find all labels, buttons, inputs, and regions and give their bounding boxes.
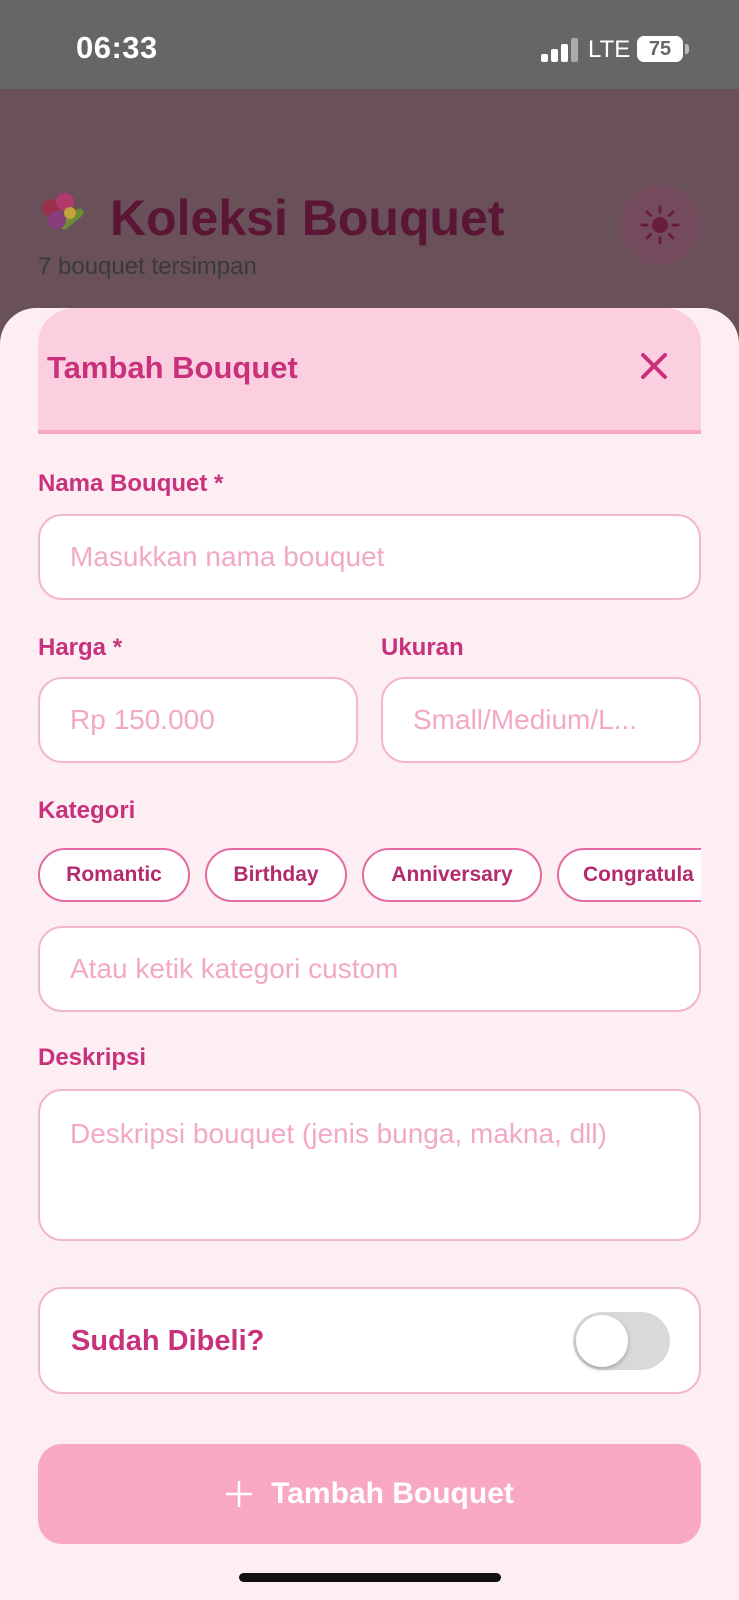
status-time: 06:33 xyxy=(76,30,158,65)
submit-button[interactable]: Tambah Bouquet xyxy=(38,1444,701,1544)
signal-icon xyxy=(541,38,578,62)
price-input[interactable] xyxy=(38,677,358,763)
status-bar: 06:33 LTE 75 xyxy=(0,0,739,89)
category-chip-romantic[interactable]: Romantic xyxy=(38,848,190,902)
category-chip-anniversary[interactable]: Anniversary xyxy=(362,848,542,902)
purchased-switch[interactable] xyxy=(573,1312,670,1370)
bouquet-icon xyxy=(38,193,92,243)
size-label: Ukuran xyxy=(381,634,464,661)
description-textarea[interactable] xyxy=(38,1089,701,1241)
category-chip-birthday[interactable]: Birthday xyxy=(205,848,347,902)
battery-icon: 75 xyxy=(637,36,683,62)
category-label: Kategori xyxy=(38,797,136,824)
app-header: Koleksi Bouquet xyxy=(38,189,504,247)
sheet-header: Tambah Bouquet xyxy=(38,308,701,434)
home-indicator xyxy=(239,1573,501,1582)
network-label: LTE xyxy=(588,36,631,63)
category-chip-congratulations[interactable]: Congratula xyxy=(557,848,701,902)
app-subtitle: 7 bouquet tersimpan xyxy=(38,253,257,280)
description-label: Deskripsi xyxy=(38,1044,147,1071)
switch-knob xyxy=(576,1315,628,1367)
bouquet-name-input[interactable] xyxy=(38,514,701,600)
plus-icon xyxy=(225,1480,253,1508)
submit-label: Tambah Bouquet xyxy=(271,1477,514,1510)
sheet-title: Tambah Bouquet xyxy=(47,350,298,385)
app-title: Koleksi Bouquet xyxy=(110,190,505,246)
custom-category-input[interactable] xyxy=(38,926,701,1012)
name-label: Nama Bouquet * xyxy=(38,470,224,497)
purchased-toggle-card: Sudah Dibeli? xyxy=(38,1287,701,1394)
size-input[interactable] xyxy=(381,677,701,763)
sun-icon xyxy=(640,205,680,245)
close-icon xyxy=(641,353,667,379)
battery-tip xyxy=(685,44,689,54)
price-label: Harga * xyxy=(38,634,123,661)
close-button[interactable] xyxy=(638,350,670,382)
purchased-label: Sudah Dibeli? xyxy=(71,1325,265,1357)
theme-toggle-button[interactable] xyxy=(620,185,700,265)
